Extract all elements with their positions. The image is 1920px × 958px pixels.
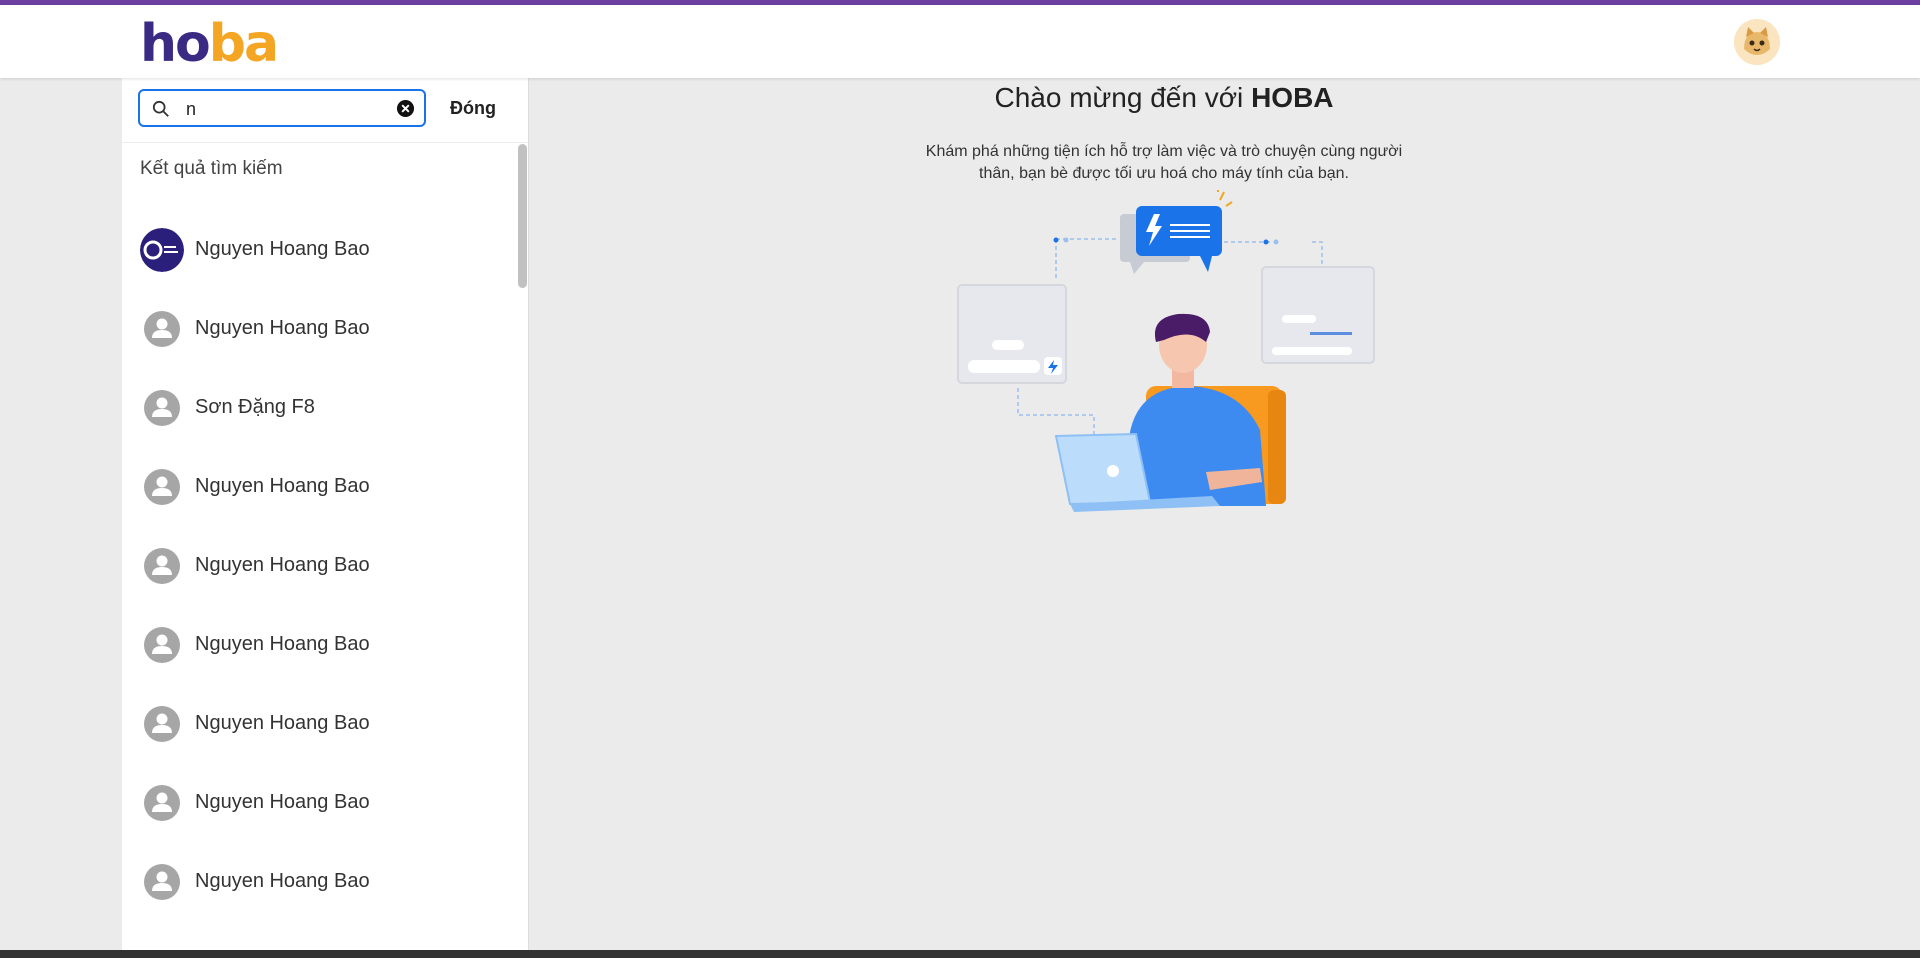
default-user-icon: [144, 627, 180, 663]
result-item[interactable]: Nguyen Hoang Bao: [122, 771, 512, 835]
result-name: Nguyen Hoang Bao: [195, 317, 370, 339]
clear-search-icon[interactable]: [396, 99, 415, 118]
result-name: Nguyen Hoang Bao: [195, 554, 370, 576]
connector-dot: [1263, 239, 1269, 245]
input-bar: [968, 360, 1040, 373]
default-user-icon: [144, 311, 180, 347]
result-name: Nguyen Hoang Bao: [195, 475, 370, 497]
chat-bubble-shadow: [1130, 262, 1144, 274]
result-item[interactable]: Sơn Đặng F8: [122, 376, 512, 440]
result-name: Nguyen Hoang Bao: [195, 633, 370, 655]
input-bar: [1272, 347, 1352, 355]
laptop-screen: [1054, 432, 1152, 506]
message-line: [1310, 332, 1352, 335]
default-user-icon: [144, 469, 180, 505]
scrollbar-thumb[interactable]: [518, 144, 527, 288]
search-row: Đóng: [122, 78, 528, 143]
result-name: Nguyen Hoang Bao: [195, 870, 370, 892]
result-name: Nguyen Hoang Bao: [195, 238, 370, 260]
message-line: [1170, 236, 1210, 238]
connector-dot: [1063, 237, 1069, 243]
result-item[interactable]: Nguyen Hoang Bao: [122, 297, 512, 361]
default-user-icon: [144, 864, 180, 900]
search-input[interactable]: [186, 97, 386, 121]
brand-logo-avatar: [140, 228, 184, 272]
default-user-icon: [144, 390, 180, 426]
result-name: Nguyen Hoang Bao: [195, 791, 370, 813]
chat-bubble: [1200, 256, 1212, 272]
search-sidebar: Đóng Kết quả tìm kiếm Nguyen Hoang Bao Ng…: [122, 78, 529, 958]
search-icon: [152, 100, 169, 117]
default-user-icon: [144, 785, 180, 821]
result-name: Nguyen Hoang Bao: [195, 712, 370, 734]
connector-dot: [1053, 237, 1059, 243]
spark-icon: [1217, 190, 1233, 207]
result-item[interactable]: Nguyen Hoang Bao: [122, 218, 512, 282]
search-box[interactable]: [138, 89, 426, 127]
message-line: [1170, 224, 1210, 226]
result-item[interactable]: Nguyen Hoang Bao: [122, 692, 512, 756]
message-line: [1170, 230, 1210, 232]
user-avatar[interactable]: [1734, 19, 1780, 65]
hoba-logo[interactable]: hoba: [140, 15, 279, 73]
app-header: hoba: [0, 5, 1920, 78]
message-bubble: [992, 340, 1024, 350]
welcome-description: Khám phá những tiện ích hỗ trợ làm việc …: [925, 143, 1403, 182]
result-item[interactable]: Nguyen Hoang Bao: [122, 850, 512, 914]
result-name: Sơn Đặng F8: [195, 396, 315, 418]
bottom-bar: [0, 950, 1920, 958]
default-user-icon: [144, 706, 180, 742]
welcome-illustration: [957, 190, 1375, 512]
result-item[interactable]: Nguyen Hoang Bao: [122, 613, 512, 677]
cat-avatar-icon: [1734, 19, 1780, 65]
results-title: Kết quả tìm kiếm: [140, 158, 283, 179]
result-item[interactable]: Nguyen Hoang Bao: [122, 534, 512, 598]
welcome-title: Chào mừng đến với HOBA: [994, 82, 1334, 113]
chair: [1268, 390, 1286, 504]
connector-dot: [1273, 239, 1279, 245]
default-user-icon: [144, 548, 180, 584]
message-bubble: [1282, 315, 1316, 323]
laptop-logo: [1107, 465, 1119, 477]
connector-lines: [1017, 388, 1095, 436]
close-search-button[interactable]: Đóng: [450, 98, 496, 119]
result-item[interactable]: Nguyen Hoang Bao: [122, 455, 512, 519]
